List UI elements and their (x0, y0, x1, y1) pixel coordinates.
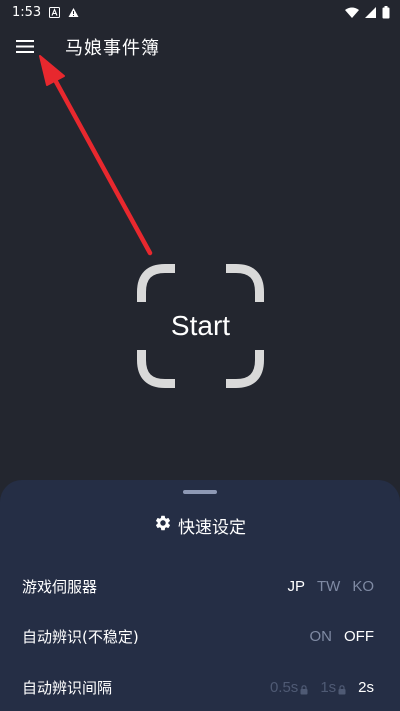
status-right (345, 5, 390, 19)
start-button[interactable]: Start (137, 264, 264, 388)
app-bar: 马娘事件簿 (0, 24, 400, 70)
signal-icon (365, 6, 376, 18)
setting-row-auto-recognize: 自动辨识(不稳定) ON OFF (0, 621, 400, 651)
interval-option-1s-label: 1s (320, 678, 337, 696)
auto-recognize-option-on[interactable]: ON (310, 628, 333, 645)
sheet-title: 快速设定 (178, 517, 246, 538)
interval-option-1s[interactable]: 1s (320, 679, 346, 696)
server-options: JP TW KO (287, 578, 374, 595)
sheet-header: 快速设定 (0, 512, 400, 538)
interval-option-0-5s-label: 0.5s (269, 678, 299, 696)
lock-icon (300, 684, 308, 695)
status-bar: 1:53 (0, 0, 400, 24)
lock-icon (338, 684, 346, 695)
setting-row-interval: 自动辨识间隔 0.5s 1s 2s (0, 672, 400, 702)
status-time: 1:53 (12, 4, 42, 20)
wifi-icon (345, 7, 359, 18)
setting-label-server: 游戏伺服器 (22, 577, 98, 596)
hamburger-menu-icon (16, 38, 34, 57)
gear-icon (154, 514, 172, 536)
server-option-jp[interactable]: JP (287, 578, 305, 595)
hamburger-menu-button[interactable] (1, 24, 49, 70)
interval-options: 0.5s 1s 2s (270, 679, 374, 696)
setting-row-server: 游戏伺服器 JP TW KO (0, 571, 400, 601)
server-option-tw[interactable]: TW (317, 578, 340, 595)
quick-settings-sheet: 快速设定 游戏伺服器 JP TW KO 自动辨识(不稳定) ON OFF 自动辨… (0, 480, 400, 711)
setting-label-auto-recognize: 自动辨识(不稳定) (22, 627, 139, 646)
interval-option-0-5s[interactable]: 0.5s (270, 679, 308, 696)
sheet-drag-handle[interactable] (183, 490, 217, 494)
setting-label-interval: 自动辨识间隔 (22, 678, 113, 697)
server-option-ko[interactable]: KO (352, 578, 374, 595)
interval-option-2s[interactable]: 2s (358, 679, 374, 696)
warning-icon (68, 7, 79, 18)
auto-recognize-options: ON OFF (310, 628, 375, 645)
status-left: 1:53 (12, 5, 79, 20)
notification-a-icon (49, 6, 61, 18)
auto-recognize-option-off[interactable]: OFF (344, 628, 374, 645)
app-title: 马娘事件簿 (65, 38, 160, 59)
battery-icon (382, 5, 390, 19)
